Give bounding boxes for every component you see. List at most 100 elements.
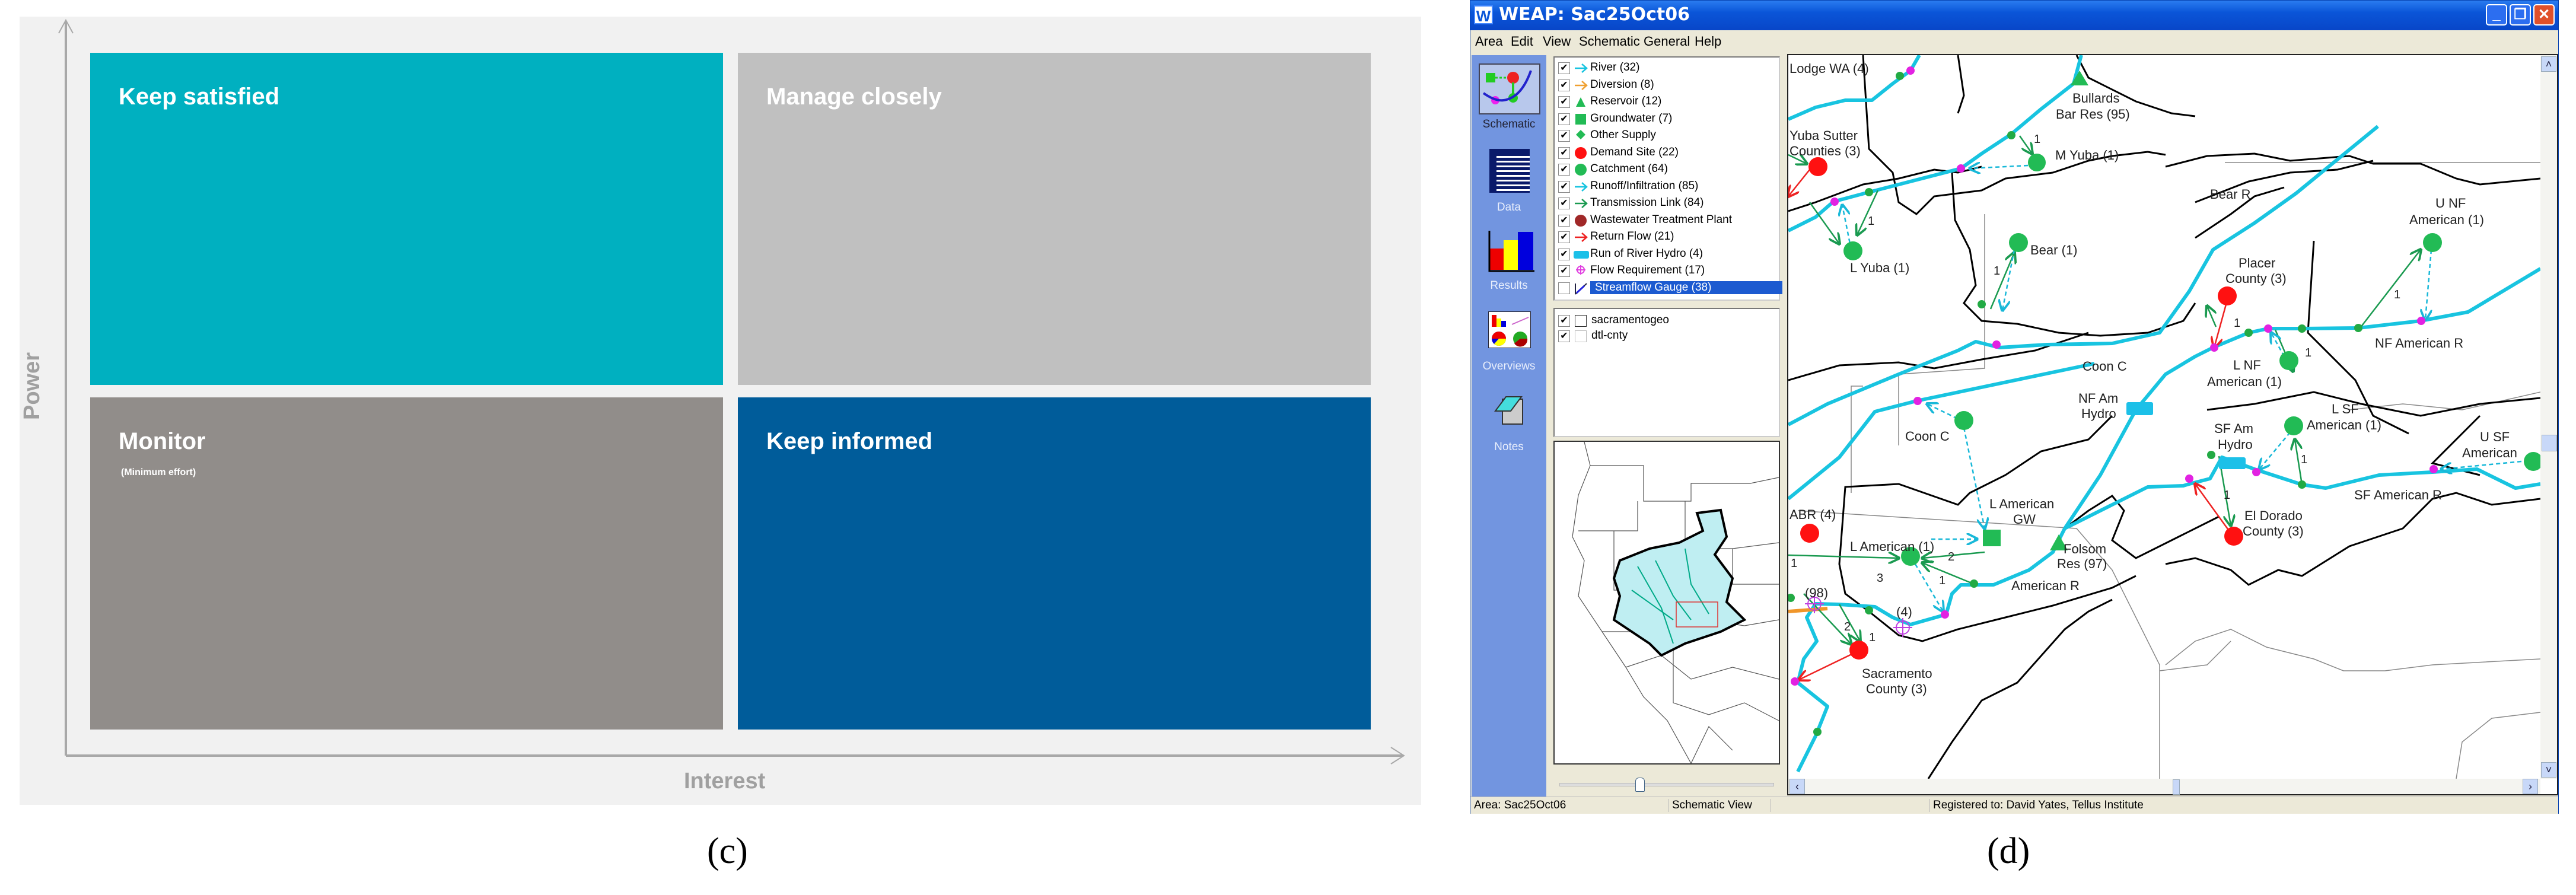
legend-item[interactable]: ✔ Catchment (64) [1558, 163, 1772, 178]
scroll-right-button[interactable]: › [2523, 779, 2538, 794]
x-axis-label: Interest [684, 769, 766, 794]
label-folsom-2: Res (97) [2057, 556, 2107, 571]
legend-item[interactable]: ✔ Return Flow (21) [1558, 230, 1772, 246]
label-l-american-gw-2: GW [2013, 512, 2036, 527]
catchment-bear[interactable] [2009, 233, 2028, 252]
minimize-button[interactable]: _ [2486, 4, 2507, 26]
power-interest-grid: Power Interest Keep satisfied Manage clo… [20, 17, 1421, 805]
minimize-icon: _ [2492, 7, 2501, 23]
demand-site-el-dorado[interactable] [2224, 527, 2243, 546]
label-sf-am-hydro: SF Am [2214, 421, 2253, 436]
label-el-dorado-2: County (3) [2243, 524, 2304, 539]
menu-view[interactable]: View [1543, 34, 1571, 49]
quadrant-subtitle: (Minimum effort) [121, 467, 196, 477]
restore-button[interactable]: ❐ [2510, 4, 2531, 26]
legend-checkbox[interactable]: ✔ [1558, 198, 1570, 209]
label-l-american-gw: L American [1989, 496, 2054, 511]
legend-item[interactable]: ✔ Reservoir (12) [1558, 95, 1772, 110]
link-number: 1 [2234, 317, 2240, 330]
sidebar-data-label[interactable]: Data [1472, 201, 1546, 214]
overview-minimap[interactable] [1553, 441, 1780, 765]
vertical-scroll-thumb[interactable] [2542, 435, 2557, 451]
legend-item[interactable]: ✔ Runoff/Infiltration (85) [1558, 180, 1772, 195]
demand-site-placer[interactable] [2218, 286, 2237, 305]
scroll-up-button[interactable]: ˄ [2541, 56, 2556, 72]
legend-item[interactable]: ✔ Flow Requirement (17) [1558, 264, 1772, 279]
legend-checkbox[interactable] [1558, 282, 1570, 294]
legend-checkbox[interactable]: ✔ [1558, 248, 1570, 260]
legend-checkbox[interactable]: ✔ [1558, 62, 1570, 74]
scroll-left-button[interactable]: ‹ [1789, 779, 1805, 794]
legend-checkbox[interactable]: ✔ [1558, 265, 1570, 277]
legend-item[interactable]: ✔ Diversion (8) [1558, 78, 1772, 94]
zoom-slider[interactable] [1559, 778, 1774, 792]
hydro-sf-am[interactable] [2219, 457, 2246, 469]
zoom-slider-thumb[interactable] [1635, 778, 1645, 792]
legend-checkbox[interactable]: ✔ [1558, 164, 1570, 176]
legend-item[interactable]: ✔ Transmission Link (84) [1558, 196, 1772, 212]
label-bear: Bear (1) [2030, 243, 2077, 257]
title-bar[interactable]: W WEAP: Sac25Oct06 _ ❐ ✕ [1470, 1, 2558, 30]
hydro-nf-am[interactable] [2126, 402, 2153, 415]
horizontal-scrollbar[interactable]: ‹ › [1788, 779, 2540, 795]
catchment-m-yuba[interactable] [2028, 154, 2046, 171]
link-number: 1 [1939, 574, 1945, 587]
demand-site-abr[interactable] [1800, 524, 1819, 543]
sidebar-schematic-label[interactable]: Schematic [1472, 118, 1546, 131]
groundwater-l-american[interactable] [1983, 530, 2001, 546]
legend-label: Runoff/Infiltration (85) [1590, 179, 1699, 192]
menu-general[interactable]: General [1644, 34, 1690, 49]
schematic-map[interactable]: Lodge WA (4) Bullards Bar Res (95) Yuba … [1787, 54, 2558, 795]
demand-site-sacramento[interactable] [1849, 641, 1868, 660]
sidebar-overviews-label[interactable]: Overviews [1472, 360, 1546, 373]
notes-icon[interactable] [1493, 393, 1526, 426]
menu-area[interactable]: Area [1475, 34, 1502, 49]
legend-item[interactable]: ✔ Wastewater Treatment Plant [1558, 214, 1772, 229]
catchment-coon-c[interactable] [1954, 411, 1973, 430]
legend-item[interactable]: ✔ Run of River Hydro (4) [1558, 247, 1772, 263]
catchment-u-nf[interactable] [2423, 233, 2442, 252]
label-bear-r: Bear R [2210, 187, 2250, 202]
overviews-icon[interactable] [1488, 311, 1531, 348]
label-coon-c-river: Coon C [2083, 359, 2127, 374]
legend-label: Groundwater (7) [1590, 112, 1673, 125]
menu-edit[interactable]: Edit [1511, 34, 1533, 49]
menu-help[interactable]: Help [1695, 34, 1721, 49]
sidebar-schematic-button[interactable] [1479, 63, 1540, 114]
horizontal-scroll-thumb[interactable] [2173, 779, 2180, 795]
legend-checkbox[interactable]: ✔ [1558, 180, 1570, 193]
y-axis-label: Power [20, 352, 44, 420]
demand-site-yuba-sutter[interactable] [1808, 157, 1827, 176]
app-icon: W [1474, 5, 1493, 25]
layer-checkbox[interactable]: ✔ [1558, 315, 1570, 327]
legend-label: Transmission Link (84) [1590, 196, 1704, 209]
label-l-yuba: L Yuba (1) [1850, 260, 1909, 275]
legend-item[interactable]: Streamflow Gauge (38) [1558, 281, 1783, 297]
legend-checkbox[interactable]: ✔ [1558, 214, 1570, 227]
close-button[interactable]: ✕ [2533, 4, 2555, 26]
results-icon[interactable] [1488, 231, 1536, 272]
menu-schematic[interactable]: Schematic [1579, 34, 1640, 49]
legend-checkbox[interactable]: ✔ [1558, 96, 1570, 108]
catchment-l-sf[interactable] [2284, 416, 2303, 435]
layer-checkbox[interactable]: ✔ [1558, 330, 1570, 342]
catchment-l-yuba[interactable] [1843, 241, 1862, 260]
legend-item[interactable]: ✔ River (32) [1558, 61, 1772, 77]
legend-item[interactable]: ✔ Other Supply [1558, 129, 1772, 144]
data-icon[interactable] [1489, 149, 1530, 193]
legend-checkbox[interactable]: ✔ [1558, 231, 1570, 243]
legend-item[interactable]: ✔ Demand Site (22) [1558, 146, 1772, 161]
legend-checkbox[interactable]: ✔ [1558, 146, 1570, 159]
vertical-scrollbar[interactable]: ˄ ˅ [2540, 55, 2557, 779]
sidebar-results-label[interactable]: Results [1472, 279, 1546, 292]
legend-checkbox[interactable]: ✔ [1558, 113, 1570, 125]
catchment-l-nf[interactable] [2279, 351, 2298, 370]
catchment-u-sf[interactable] [2524, 452, 2540, 471]
legend-checkbox[interactable]: ✔ [1558, 79, 1570, 91]
legend-item[interactable]: ✔ Groundwater (7) [1558, 112, 1772, 128]
legend-checkbox[interactable]: ✔ [1558, 130, 1570, 142]
sidebar-notes-label[interactable]: Notes [1472, 441, 1546, 454]
scroll-down-button[interactable]: ˅ [2541, 762, 2556, 778]
schematic-canvas[interactable]: Lodge WA (4) Bullards Bar Res (95) Yuba … [1788, 55, 2540, 779]
label-folsom: Folsom [2064, 542, 2106, 556]
